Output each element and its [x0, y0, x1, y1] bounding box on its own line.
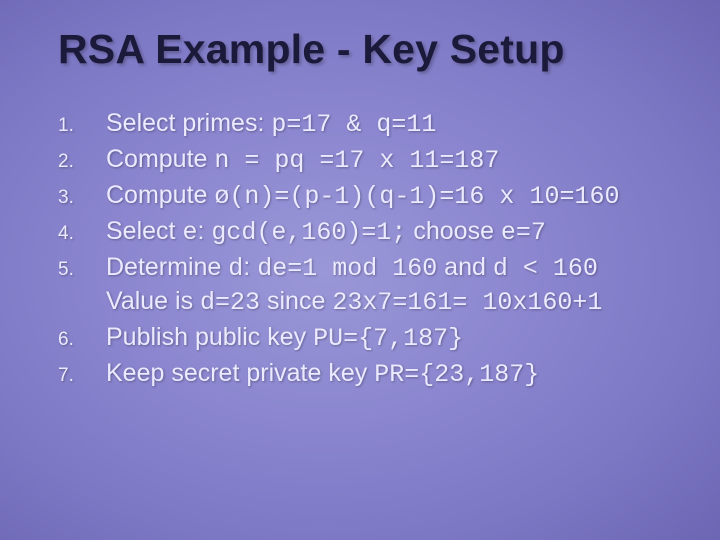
page-title: RSA Example - Key Setup: [58, 26, 680, 73]
step-continuation: Value is d=23 since 23x7=161= 10x160+1: [106, 285, 680, 319]
step-code: d < 160: [493, 254, 598, 283]
list-item: Keep secret private key PR={23,187}: [58, 357, 680, 391]
step-text: since: [260, 287, 332, 315]
step-text: :: [243, 253, 257, 281]
step-text: Publish public key: [106, 323, 313, 351]
step-text: Compute: [106, 145, 214, 173]
list-item: Determine d: de=1 mod 160 and d < 160 Va…: [58, 251, 680, 319]
step-text: choose: [406, 217, 501, 245]
slide: RSA Example - Key Setup Select primes: p…: [0, 0, 720, 540]
step-text: Select primes:: [106, 109, 271, 137]
list-item: Publish public key PU={7,187}: [58, 321, 680, 355]
step-text: Keep secret private key: [106, 359, 374, 387]
step-code: ø(n)=(p-1)(q-1)=16 x 10=160: [214, 182, 619, 211]
step-text: and: [437, 253, 493, 281]
list-item: Select e: gcd(e,160)=1; choose e=7: [58, 215, 680, 249]
step-code: 23x7=161= 10x160+1: [332, 288, 602, 317]
step-text: :: [197, 217, 211, 245]
step-code: d: [228, 254, 243, 283]
step-text: Compute: [106, 181, 214, 209]
step-text: Select: [106, 217, 182, 245]
step-code: e=7: [501, 218, 546, 247]
step-code: PR={23,187}: [374, 360, 539, 389]
step-code: n = pq =17 x 11=187: [214, 146, 499, 175]
step-text: Determine: [106, 253, 228, 281]
step-code: de=1 mod 160: [257, 254, 437, 283]
list-item: Compute ø(n)=(p-1)(q-1)=16 x 10=160: [58, 179, 680, 213]
step-code: e: [182, 218, 197, 247]
list-item: Select primes: p=17 & q=11: [58, 107, 680, 141]
step-code: d=23: [200, 288, 260, 317]
steps-list: Select primes: p=17 & q=11 Compute n = p…: [58, 107, 680, 391]
list-item: Compute n = pq =17 x 11=187: [58, 143, 680, 177]
step-code: PU={7,187}: [313, 324, 463, 353]
step-code: gcd(e,160)=1;: [211, 218, 406, 247]
step-text: Value is: [106, 287, 200, 315]
step-code: p=17 & q=11: [271, 110, 436, 139]
